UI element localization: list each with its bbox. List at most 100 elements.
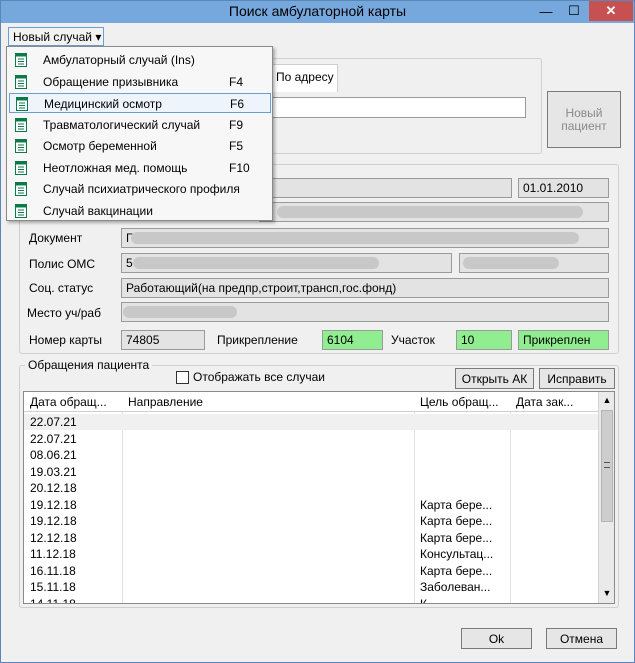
document-icon [15, 53, 27, 67]
new-case-button[interactable]: Новый случай ▾ [8, 27, 104, 46]
document-icon [16, 97, 28, 111]
menu-item-label: Медицинский осмотр [44, 97, 162, 111]
document-icon [15, 117, 27, 132]
district-label: Участок [391, 333, 435, 347]
attachment-label: Прикрепление [217, 333, 298, 347]
scroll-up-icon[interactable]: ▲ [599, 392, 614, 409]
menu-item[interactable]: Случай вакцинации [9, 201, 271, 221]
table-cell-purpose: Карта бере... [420, 530, 493, 545]
table-row[interactable]: 22.07.21 [24, 414, 598, 430]
policy-redacted [133, 257, 379, 269]
scroll-down-icon[interactable]: ▼ [599, 585, 614, 602]
table-row[interactable]: 12.12.18 Карта бере... [24, 530, 598, 546]
column-header-date[interactable]: Дата обращ... [30, 395, 107, 409]
close-button[interactable]: ✕ [589, 1, 633, 21]
attachment-status-field: Прикреплен [518, 330, 609, 350]
show-all-checkbox[interactable] [176, 371, 189, 384]
menu-item[interactable]: Осмотр беременной F5 [9, 136, 271, 156]
show-all-label[interactable]: Отображать все случаи [193, 370, 325, 384]
grip-icon [604, 462, 610, 468]
document-icon [15, 74, 27, 89]
menu-item-label: Неотложная мед. помощь [43, 160, 188, 175]
title-bar: Поиск амбулаторной карты — ☐ ✕ [1, 1, 634, 23]
table-row[interactable]: 16.11.18 Карта бере... [24, 563, 598, 579]
visits-table: Дата обращ... Направление Цель обращ... … [23, 391, 615, 604]
policy-prefix: 5 [126, 256, 133, 270]
visits-group-title: Обращения пациента [25, 358, 153, 372]
menu-item-label: Травматологический случай [43, 117, 201, 132]
table-cell-purpose: Карта бере... [420, 563, 493, 578]
menu-item-shortcut: F5 [229, 139, 244, 153]
menu-item[interactable]: Обращение призывника F4 [9, 72, 271, 92]
table-cell-purpose: Заболеван... [420, 580, 491, 594]
table-row[interactable]: 19.12.18 Карта бере... [24, 497, 598, 513]
menu-item-shortcut: F10 [229, 160, 250, 175]
table-row[interactable]: 08.06.21 [24, 447, 598, 463]
minimize-button[interactable]: — [533, 1, 559, 21]
address-redacted [277, 206, 583, 218]
card-number-field: 74805 [121, 330, 205, 350]
policy-extra-redacted [463, 257, 559, 269]
document-icon [15, 160, 27, 175]
table-row[interactable]: 11.12.18 Консультац... [24, 546, 598, 562]
open-card-button[interactable]: Открыть АК [455, 368, 534, 389]
menu-item-label: Случай вакцинации [43, 203, 153, 218]
table-cell-date: 12.12.18 [30, 530, 77, 545]
table-cell-date: 19.03.21 [30, 464, 77, 479]
visits-table-header: Дата обращ... Направление Цель обращ... … [24, 392, 598, 412]
fix-button[interactable]: Исправить [539, 368, 615, 389]
policy-label: Полис ОМС [29, 257, 96, 271]
table-cell-date: 19.12.18 [30, 497, 77, 512]
table-cell-date: 14.11.18 [30, 596, 76, 604]
menu-item[interactable]: Амбулаторный случай (Ins) [9, 50, 271, 70]
table-row[interactable]: 22.07.21 [24, 431, 598, 447]
table-cell-date: 11.12.18 [30, 547, 76, 561]
document-icon [15, 182, 27, 196]
table-cell-date: 22.07.21 [30, 415, 77, 429]
scroll-thumb[interactable] [601, 410, 613, 522]
ok-button[interactable]: Ok [461, 628, 532, 649]
card-number-label: Номер карты [29, 333, 102, 347]
new-patient-button[interactable]: Новый пациент [547, 91, 621, 148]
workplace-label: Место уч/раб [27, 306, 101, 320]
cancel-button[interactable]: Отмена [546, 628, 617, 649]
document-icon [15, 203, 27, 218]
menu-item[interactable]: Случай психиатрического профиля [9, 179, 271, 199]
menu-item[interactable]: Медицинский осмотр F6 [9, 93, 271, 113]
table-cell-purpose: Консультац... [420, 547, 494, 561]
table-row[interactable]: 19.12.18 Карта бере... [24, 513, 598, 529]
attachment-field: 6104 [322, 330, 383, 350]
tab-by-address[interactable]: По адресу [270, 64, 338, 92]
column-header-purpose[interactable]: Цель обращ... [420, 395, 499, 409]
table-cell-date: 20.12.18 [30, 481, 77, 495]
table-row[interactable]: 20.12.18 [24, 480, 598, 496]
table-cell-purpose: Карта бере... [420, 514, 493, 528]
column-header-direction[interactable]: Направление [128, 395, 203, 409]
menu-item[interactable]: Травматологический случай F9 [9, 115, 271, 135]
patient-name-field: а [259, 178, 512, 198]
document-icon [15, 139, 27, 153]
table-row[interactable]: 19.03.21 [24, 464, 598, 480]
search-card-window: Поиск амбулаторной карты — ☐ ✕ Новый слу… [0, 0, 635, 663]
menu-item-label: Осмотр беременной [43, 139, 157, 153]
birth-date-field: 01.01.2010 [518, 178, 609, 198]
table-cell-purpose: Карта бере... [420, 497, 493, 512]
vertical-scrollbar[interactable]: ▲ ▼ [598, 392, 614, 603]
table-cell-date: 15.11.18 [30, 580, 76, 594]
workplace-redacted [123, 306, 237, 318]
document-label: Документ [29, 231, 83, 245]
column-header-closed-date[interactable]: Дата зак... [516, 395, 573, 409]
document-redacted [131, 232, 579, 244]
maximize-button[interactable]: ☐ [561, 1, 587, 21]
table-cell-date: 08.06.21 [30, 448, 77, 462]
table-cell-purpose: К... [420, 596, 437, 604]
tab-by-address-label: По адресу [276, 70, 334, 84]
table-row[interactable]: 14.11.18 К... [24, 596, 598, 604]
district-field: 10 [456, 330, 512, 350]
table-row[interactable]: 15.11.18 Заболеван... [24, 579, 598, 595]
search-input[interactable] [270, 97, 526, 118]
menu-item[interactable]: Неотложная мед. помощь F10 [9, 158, 271, 178]
table-cell-date: 22.07.21 [30, 431, 77, 446]
table-cell-date: 16.11.18 [30, 563, 76, 578]
menu-item-shortcut: F9 [229, 117, 244, 132]
